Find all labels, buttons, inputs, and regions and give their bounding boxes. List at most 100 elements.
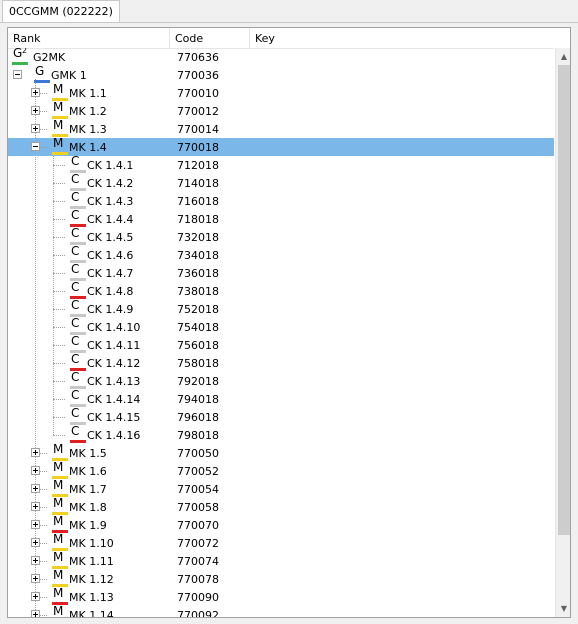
tree-row[interactable]: M MK 1.7 770054: [8, 479, 554, 498]
tree-row[interactable]: C CK 1.4.10 754018: [8, 317, 554, 336]
tree-row[interactable]: M MK 1.12 770078: [8, 569, 554, 588]
rank-c-icon: C: [70, 334, 86, 353]
row-code: 770036: [177, 69, 219, 82]
row-name: CK 1.4.15: [87, 411, 141, 424]
row-code: 714018: [177, 177, 219, 190]
row-name: CK 1.4.12: [87, 357, 141, 370]
tab-0ccgmm[interactable]: 0CCGMM (022222): [2, 0, 120, 22]
row-name: MK 1.11: [69, 555, 114, 568]
row-code: 770090: [177, 591, 219, 604]
tree-row[interactable]: C CK 1.4.14 794018: [8, 389, 554, 408]
tree-view[interactable]: Rank Code Key G 2 G2MK 770636 G GMK 1 770036 M M…: [7, 27, 571, 618]
scroll-down-arrow-icon[interactable]: ▼: [556, 600, 570, 617]
row-code: 798018: [177, 429, 219, 442]
expand-plus-icon[interactable]: [31, 502, 40, 511]
rank-m-icon: M: [52, 551, 68, 569]
column-header-key[interactable]: Key: [250, 28, 554, 48]
vertical-scrollbar[interactable]: ▲ ▼: [555, 48, 570, 617]
rank-superscript: 2: [22, 48, 28, 55]
row-code: 770092: [177, 609, 219, 618]
rank-m-icon: M: [52, 442, 68, 461]
row-code: 770014: [177, 123, 219, 136]
expand-plus-icon[interactable]: [31, 124, 40, 133]
rank-color-bar: [34, 80, 50, 83]
tree-row[interactable]: M MK 1.11 770074: [8, 551, 554, 570]
rank-c-icon: C: [70, 407, 86, 425]
row-code: 758018: [177, 357, 219, 370]
tree-connector-line: [53, 345, 65, 346]
tree-row[interactable]: M MK 1.4 770018: [8, 137, 554, 156]
tree-row[interactable]: M MK 1.3 770014: [8, 119, 554, 138]
tree-row[interactable]: M MK 1.5 770050: [8, 442, 554, 462]
expand-plus-icon[interactable]: [31, 106, 40, 115]
tree-row[interactable]: C CK 1.4.1 712018: [8, 154, 554, 174]
rank-m-icon: M: [52, 479, 68, 497]
rank-letter: C: [71, 154, 80, 168]
rank-letter: C: [71, 208, 80, 222]
tree-row[interactable]: M MK 1.6 770052: [8, 461, 554, 480]
row-name: CK 1.4.6: [87, 249, 134, 262]
column-header-rank[interactable]: Rank: [8, 28, 170, 48]
tree-row[interactable]: C CK 1.4.15 796018: [8, 407, 554, 426]
expand-plus-icon[interactable]: [31, 610, 40, 617]
tree-row[interactable]: M MK 1.10 770072: [8, 533, 554, 552]
row-code: 796018: [177, 411, 219, 424]
tree-row[interactable]: C CK 1.4.13 792018: [8, 371, 554, 390]
row-code: 738018: [177, 285, 219, 298]
tree-row[interactable]: G 2 G2MK 770636: [8, 48, 554, 66]
row-name: CK 1.4.2: [87, 177, 134, 190]
expand-plus-icon[interactable]: [31, 484, 40, 493]
tree-row[interactable]: C CK 1.4.7 736018: [8, 263, 554, 282]
tree-row[interactable]: M MK 1.14 770092: [8, 605, 554, 618]
tree-connector-line: [53, 309, 65, 310]
expand-plus-icon[interactable]: [31, 88, 40, 97]
tree-connector-line: [53, 381, 65, 382]
tree-row[interactable]: C CK 1.4.11 756018: [8, 334, 554, 354]
rank-letter: M: [53, 442, 64, 456]
tree-connector-line: [53, 273, 65, 274]
expand-plus-icon[interactable]: [31, 556, 40, 565]
rank-c-icon: C: [70, 353, 86, 371]
tree-rows: G 2 G2MK 770636 G GMK 1 770036 M MK 1.1 770010 M MK…: [8, 48, 554, 618]
tree-row[interactable]: C CK 1.4.5 732018: [8, 227, 554, 246]
rank-c-icon: C: [70, 245, 86, 263]
collapse-minus-icon[interactable]: [31, 142, 40, 151]
rank-g-icon: G2: [12, 48, 28, 65]
rank-g-icon: G: [34, 65, 50, 83]
tree-row[interactable]: M MK 1.2 770012: [8, 101, 554, 120]
row-code: 770636: [177, 51, 219, 64]
row-name: MK 1.5: [69, 447, 107, 460]
tree-row[interactable]: M MK 1.9 770070: [8, 515, 554, 534]
rank-letter: C: [71, 334, 80, 348]
rank-m-icon: M: [52, 119, 68, 137]
rank-c-icon: C: [70, 425, 86, 443]
scrollbar-thumb[interactable]: [558, 65, 570, 535]
rank-m-icon: M: [52, 497, 68, 515]
expand-plus-icon[interactable]: [31, 538, 40, 547]
tree-row[interactable]: C CK 1.4.2 714018: [8, 173, 554, 192]
expand-plus-icon[interactable]: [31, 448, 40, 457]
tree-row[interactable]: M MK 1.8 770058: [8, 497, 554, 516]
tree-row[interactable]: M MK 1.1 770010: [8, 83, 554, 102]
tree-row[interactable]: C CK 1.4.9 752018: [8, 299, 554, 318]
tree-row[interactable]: C CK 1.4.8 738018: [8, 281, 554, 300]
tree-row[interactable]: C CK 1.4.4 718018: [8, 208, 554, 228]
scroll-up-arrow-icon[interactable]: ▲: [556, 48, 570, 65]
row-name: MK 1.6: [69, 465, 107, 478]
row-name: CK 1.4.1: [87, 159, 134, 172]
column-header-code[interactable]: Code: [170, 28, 250, 48]
expand-plus-icon[interactable]: [31, 574, 40, 583]
rank-c-icon: C: [70, 263, 86, 281]
tree-row[interactable]: C CK 1.4.16 798018: [8, 425, 554, 444]
expand-plus-icon[interactable]: [31, 466, 40, 475]
tree-connector-line: [53, 327, 65, 328]
expand-plus-icon[interactable]: [31, 520, 40, 529]
row-name: CK 1.4.3: [87, 195, 134, 208]
tree-row[interactable]: C CK 1.4.12 758018: [8, 353, 554, 372]
expand-plus-icon[interactable]: [31, 592, 40, 601]
tree-row[interactable]: M MK 1.13 770090: [8, 587, 554, 606]
tree-row[interactable]: C CK 1.4.6 734018: [8, 245, 554, 264]
tree-row[interactable]: C CK 1.4.3 716018: [8, 191, 554, 210]
tree-row[interactable]: G GMK 1 770036: [8, 65, 554, 84]
collapse-minus-icon[interactable]: [13, 70, 22, 79]
